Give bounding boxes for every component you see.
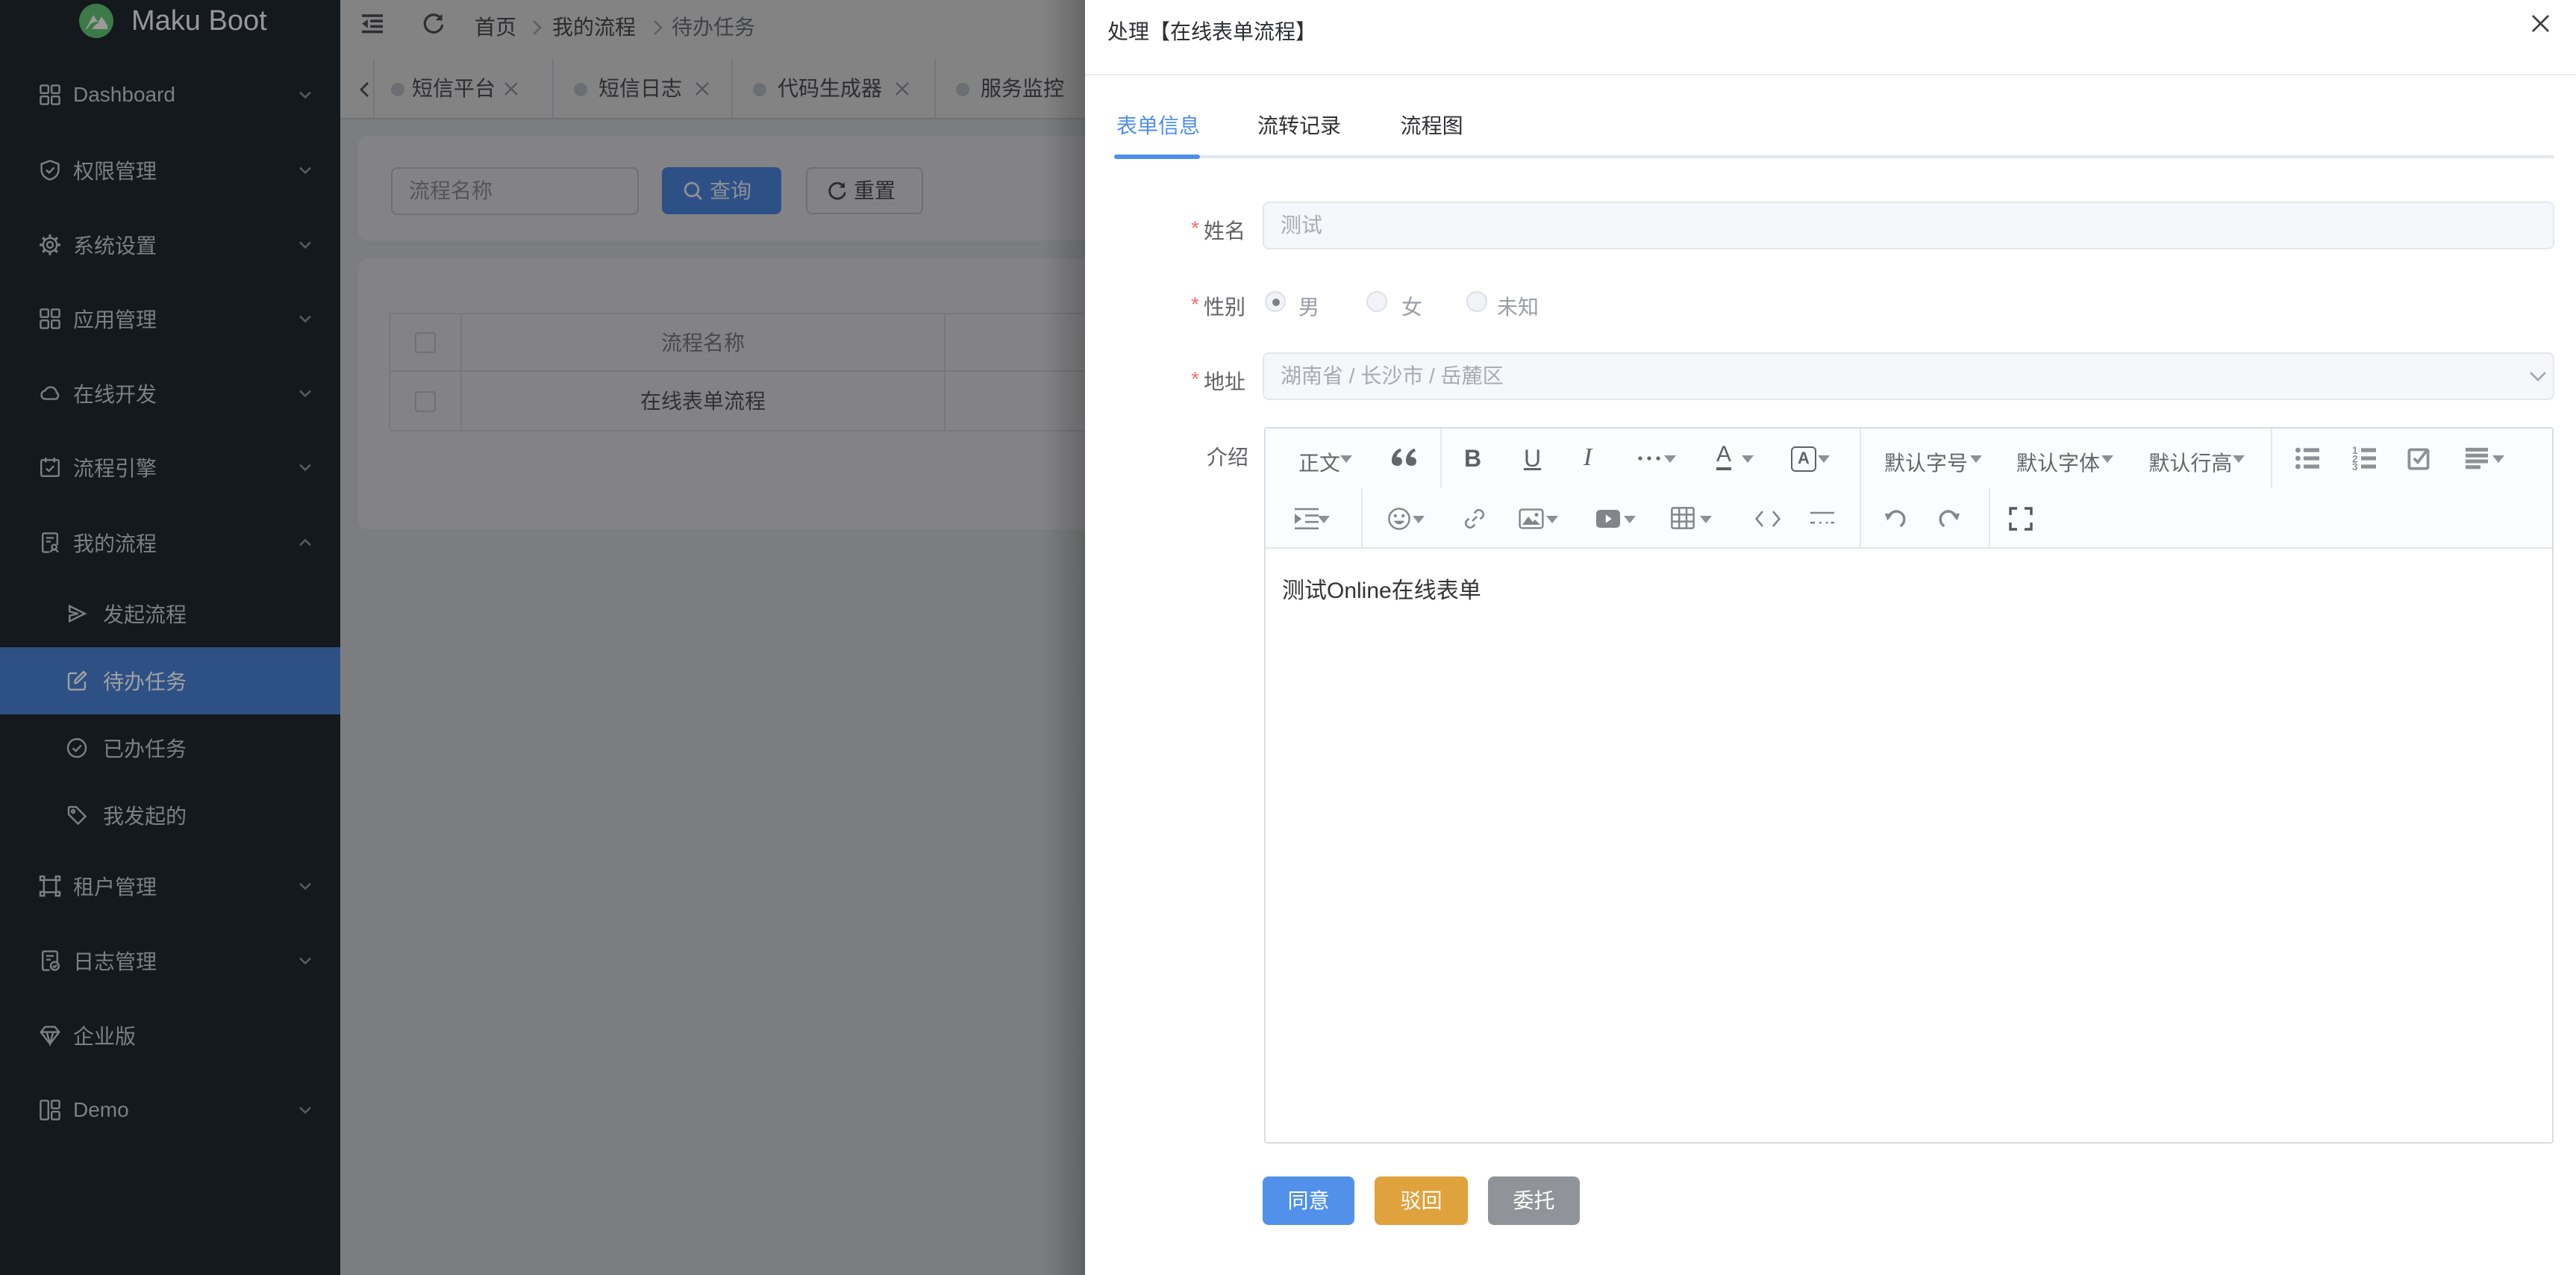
svg-text:3: 3 xyxy=(2352,461,2358,470)
